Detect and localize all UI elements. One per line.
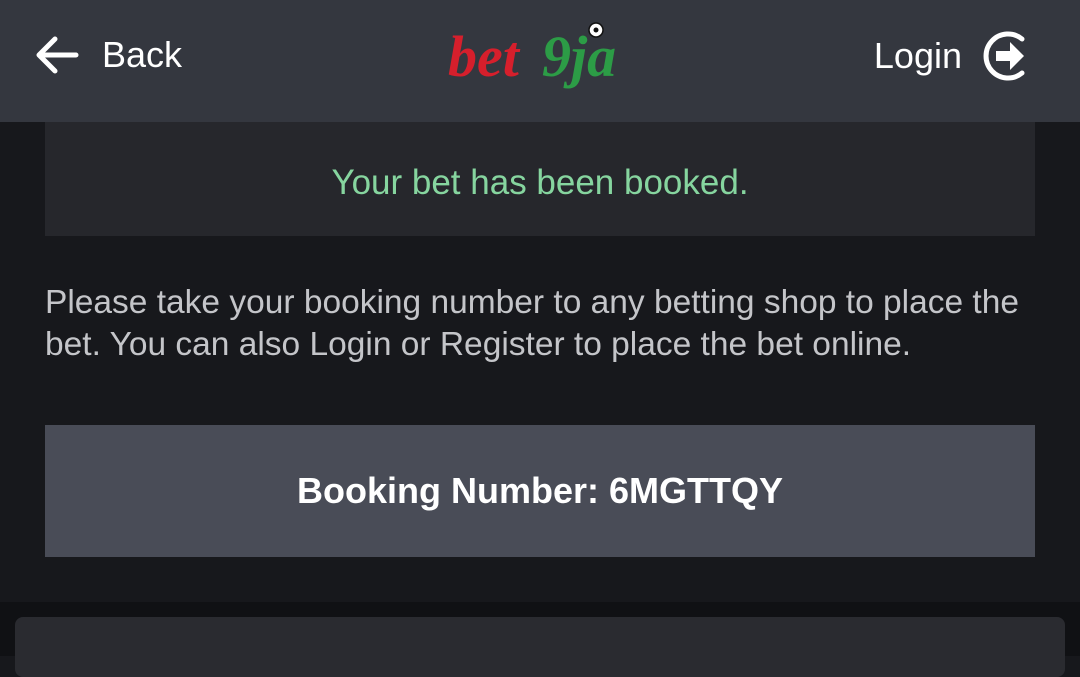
back-label: Back [102, 34, 183, 75]
login-arrow-icon [983, 31, 1025, 81]
booking-number-box[interactable]: Booking Number: 6MGTTQY [45, 425, 1035, 557]
arrow-left-icon [36, 36, 79, 74]
bottom-card [15, 617, 1065, 677]
bet9ja-logo[interactable]: bet 9ja [446, 18, 646, 90]
football-icon [588, 22, 604, 38]
back-button[interactable]: Back [34, 30, 182, 80]
svg-text:9ja: 9ja [542, 24, 616, 89]
login-label: Login [873, 35, 962, 76]
booking-number-label: Booking Number: 6MGTTQY [297, 470, 783, 511]
login-button[interactable]: Login [874, 26, 1036, 86]
svg-text:bet: bet [448, 24, 521, 89]
booking-instructions: Please take your booking number to any b… [45, 284, 1020, 363]
booking-success-notice: Your bet has been booked. [45, 122, 1035, 236]
top-header: Back bet 9ja Login [0, 0, 1080, 122]
success-message: Your bet has been booked. [331, 163, 749, 202]
